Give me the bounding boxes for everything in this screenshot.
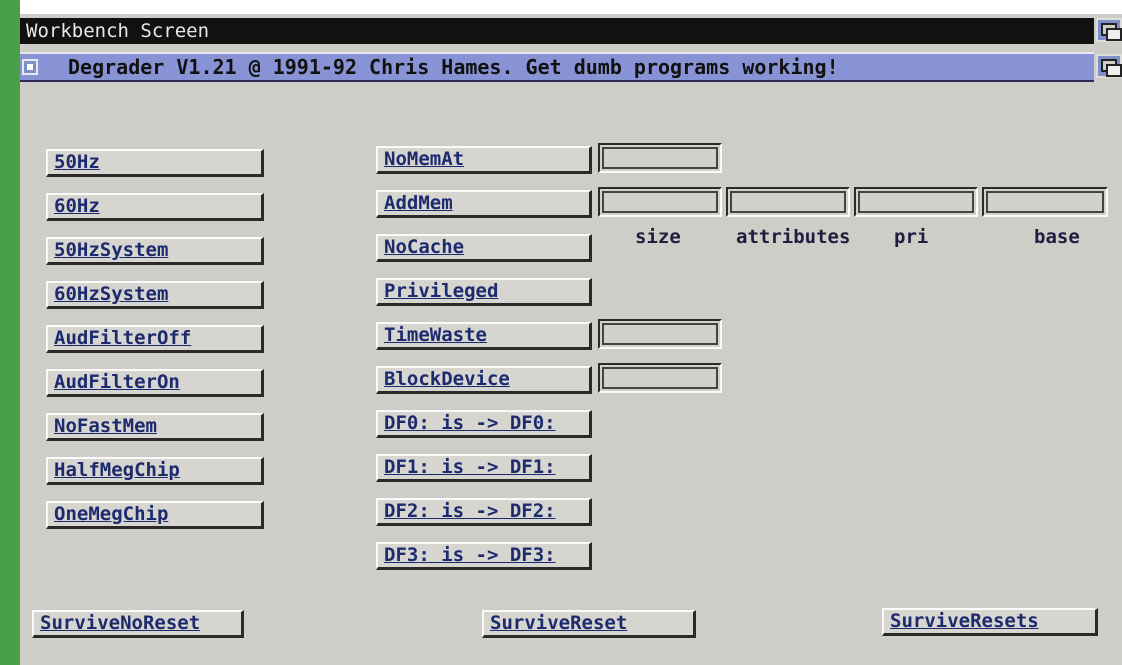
addmem-attributes-field[interactable] <box>726 187 850 217</box>
surviveresets-button[interactable]: SurviveResets <box>882 608 1098 636</box>
blockdevice-button[interactable]: BlockDevice <box>376 366 592 394</box>
addmem-pri-field[interactable] <box>854 187 978 217</box>
timewaste-field[interactable] <box>598 319 722 349</box>
60hzsystem-button[interactable]: 60HzSystem <box>46 281 264 309</box>
window-depth-gadget-icon[interactable] <box>1096 54 1122 78</box>
base-label: base <box>1034 226 1080 248</box>
size-label: size <box>635 226 681 248</box>
close-gadget-icon[interactable] <box>22 59 38 75</box>
survivenoreset-button[interactable]: SurviveNoReset <box>32 610 244 638</box>
screen-depth-gadget-icon[interactable] <box>1096 18 1122 42</box>
addmem-base-field[interactable] <box>982 187 1108 217</box>
audfilteron-button[interactable]: AudFilterOn <box>46 369 264 397</box>
window-title-bar[interactable]: Degrader V1.21 @ 1991-92 Chris Hames. Ge… <box>20 52 1094 82</box>
df2-assign-button[interactable]: DF2: is -> DF2: <box>376 498 592 526</box>
nofastmem-button[interactable]: NoFastMem <box>46 413 264 441</box>
50hzsystem-button[interactable]: 50HzSystem <box>46 237 264 265</box>
left-edge-bar <box>0 0 20 665</box>
screen-title-bar: Workbench Screen <box>20 18 1094 44</box>
nocache-button[interactable]: NoCache <box>376 234 592 262</box>
df3-assign-button[interactable]: DF3: is -> DF3: <box>376 542 592 570</box>
timewaste-button[interactable]: TimeWaste <box>376 322 592 350</box>
pri-label: pri <box>894 226 929 248</box>
df1-assign-button[interactable]: DF1: is -> DF1: <box>376 454 592 482</box>
addmem-button[interactable]: AddMem <box>376 190 592 218</box>
50hz-button[interactable]: 50Hz <box>46 149 264 177</box>
privileged-button[interactable]: Privileged <box>376 278 592 306</box>
blockdevice-field[interactable] <box>598 363 722 393</box>
audfilteroff-button[interactable]: AudFilterOff <box>46 325 264 353</box>
workbench-screen: Workbench Screen Degrader V1.21 @ 1991-9… <box>20 14 1122 665</box>
window-title: Degrader V1.21 @ 1991-92 Chris Hames. Ge… <box>68 55 839 79</box>
addmem-size-field[interactable] <box>598 187 722 217</box>
df0-assign-button[interactable]: DF0: is -> DF0: <box>376 410 592 438</box>
nomemat-button[interactable]: NoMemAt <box>376 146 592 174</box>
attributes-label: attributes <box>736 226 851 248</box>
halfmegchip-button[interactable]: HalfMegChip <box>46 457 264 485</box>
nomemat-field[interactable] <box>598 143 722 173</box>
survivereset-button[interactable]: SurviveReset <box>482 610 696 638</box>
onemegchip-button[interactable]: OneMegChip <box>46 501 264 529</box>
60hz-button[interactable]: 60Hz <box>46 193 264 221</box>
screen-title: Workbench Screen <box>26 20 210 42</box>
